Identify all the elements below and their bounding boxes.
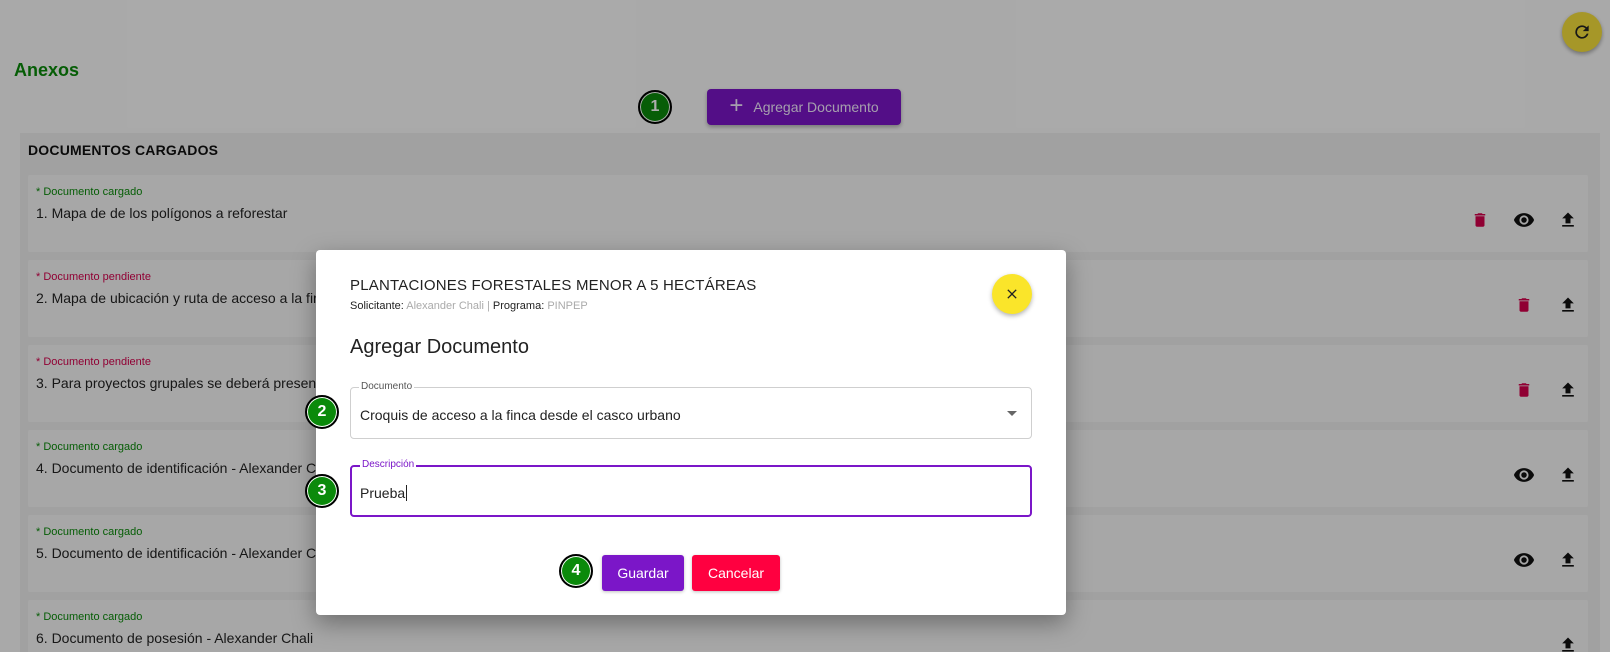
document-select-value: Croquis de acceso a la finca desde el ca… xyxy=(360,407,681,423)
document-select[interactable]: Documento Croquis de acceso a la finca d… xyxy=(350,381,1032,439)
description-field-value[interactable]: Prueba xyxy=(360,485,408,501)
programa-label: Programa: xyxy=(492,300,545,312)
description-field[interactable]: Descripción Prueba xyxy=(350,459,1032,517)
close-icon xyxy=(1007,289,1017,299)
description-field-label: Descripción xyxy=(360,459,417,470)
description-text: Prueba xyxy=(360,485,406,501)
step-marker-3: 3 xyxy=(305,474,339,508)
programa-value: PINPEP xyxy=(547,300,588,312)
close-dialog-button[interactable] xyxy=(992,274,1032,314)
solicitante-value: Alexander Chali xyxy=(406,300,484,312)
dialog-meta: Solicitante: Alexander Chali | Programa:… xyxy=(350,300,588,312)
add-document-dialog: PLANTACIONES FORESTALES MENOR A 5 HECTÁR… xyxy=(305,250,1066,615)
text-cursor xyxy=(406,485,408,501)
chevron-down-icon[interactable] xyxy=(1007,411,1017,416)
step-marker-4: 4 xyxy=(559,554,593,588)
solicitante-label: Solicitante: xyxy=(350,300,404,312)
meta-separator: | xyxy=(486,300,490,312)
cancel-button[interactable]: Cancelar xyxy=(692,555,780,591)
save-button[interactable]: Guardar xyxy=(602,555,684,591)
document-select-label: Documento xyxy=(359,381,415,392)
step-marker-2: 2 xyxy=(305,395,339,429)
dialog-procedure-title: PLANTACIONES FORESTALES MENOR A 5 HECTÁR… xyxy=(350,277,757,294)
form-title: Agregar Documento xyxy=(350,336,529,358)
